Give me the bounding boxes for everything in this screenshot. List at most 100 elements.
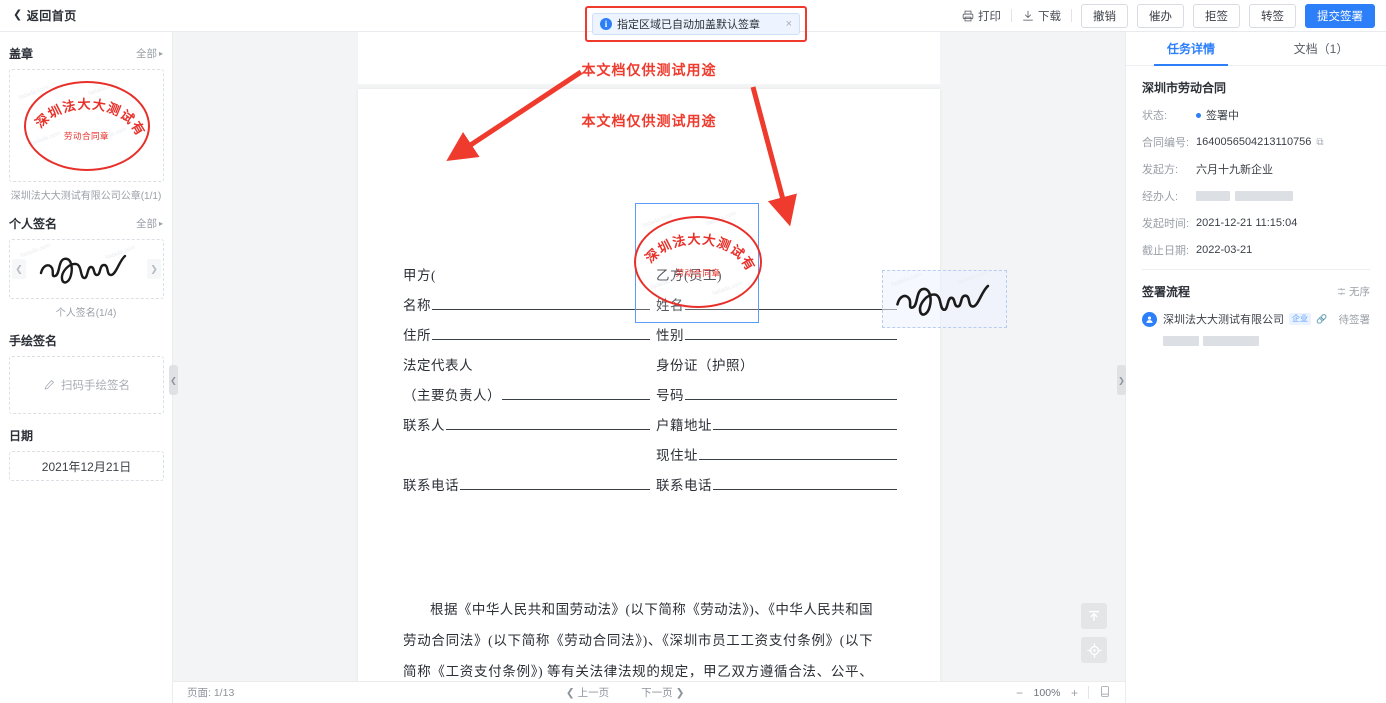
zoom-level-value: 100%	[1033, 686, 1061, 699]
seal-subtitle: 劳动合同章	[675, 267, 721, 278]
scroll-to-top-button[interactable]	[1081, 603, 1107, 629]
transfer-sign-button[interactable]: 转签	[1249, 3, 1296, 28]
redaction-block	[1235, 191, 1293, 201]
prev-page-button[interactable]: ❮ 上一页	[566, 685, 609, 700]
field-deadline: 截止日期: 2022-03-21	[1142, 242, 1370, 258]
seal-section-header: 盖章 全部 ▸	[9, 45, 163, 62]
urge-button[interactable]: 催办	[1137, 3, 1184, 28]
personal-signature-thumbnail[interactable]: fadada.com fadada.com ❮ ❯	[9, 239, 164, 299]
handwrite-section-header: 手绘签名	[9, 332, 163, 349]
sign-flow-order-label: 无序	[1349, 286, 1370, 298]
form-label: （主要负责人）	[403, 388, 501, 403]
form-row: 户籍地址	[656, 404, 897, 434]
unordered-icon	[1337, 287, 1346, 296]
download-button[interactable]: 下载	[1012, 8, 1071, 24]
form-row: 住所	[403, 314, 650, 344]
contract-title: 深圳市劳动合同	[1142, 81, 1227, 95]
party-a-column: 甲方( 名称 住所 法定代表人 （主要负责人） 联系人 联系电话	[403, 254, 650, 494]
placed-company-seal[interactable]: fadada.com fadada.com fadada.com fadada.…	[634, 203, 762, 323]
sign-flow-order: 无序	[1337, 284, 1370, 299]
initiator-value: 六月十九新企业	[1196, 164, 1273, 176]
participant-detail-redacted	[1163, 333, 1370, 351]
tab-task-detail[interactable]: 任务详情	[1126, 32, 1256, 66]
fit-page-button[interactable]	[1099, 685, 1111, 701]
toast-highlight-frame: i 指定区域已自动加盖默认签章 ×	[585, 6, 807, 42]
revoke-button[interactable]: 撤销	[1081, 3, 1128, 28]
form-row: 联系电话	[403, 464, 650, 494]
esign-app: ❮ 返回首页 打印 下载 撤销 催办 拒签 转签 提交签署 i 指定区域已自动加…	[0, 0, 1386, 703]
seal-section-all-link[interactable]: 全部 ▸	[136, 46, 163, 61]
form-label: 联系电话	[403, 478, 459, 493]
form-row: 身份证（护照）	[656, 344, 897, 374]
form-row: 现住址	[656, 434, 897, 464]
link-icon[interactable]: 🔗	[1316, 314, 1327, 325]
back-home-button[interactable]: ❮ 返回首页	[13, 7, 77, 24]
page-indicator-value: 1/13	[213, 687, 235, 699]
seal-thumbnail[interactable]: fadada.com fadada.com fadada.com fadada.…	[9, 69, 164, 182]
copy-icon[interactable]: ⧉	[1316, 137, 1323, 148]
next-page-button[interactable]: 下一页 ❯	[641, 685, 684, 700]
reject-sign-button[interactable]: 拒签	[1193, 3, 1240, 28]
next-page-label: 下一页	[641, 687, 673, 699]
start-time-value: 2021-12-21 11:15:04	[1196, 217, 1298, 229]
divider	[1071, 9, 1072, 22]
chevron-right-icon: ▸	[158, 219, 163, 228]
form-label: 性别	[656, 328, 684, 343]
form-label: 名称	[403, 298, 431, 313]
submit-sign-button[interactable]: 提交签署	[1305, 3, 1375, 28]
form-label: 法定代表人	[403, 358, 473, 373]
avatar	[1142, 312, 1157, 327]
tab-documents[interactable]: 文档（1）	[1256, 32, 1386, 65]
fit-page-icon	[1101, 685, 1109, 697]
form-row: （主要负责人）	[403, 374, 650, 404]
next-signature-button[interactable]: ❯	[147, 259, 161, 279]
placed-personal-signature[interactable]: fadada.com fadada.com	[882, 270, 1007, 328]
page-content: 本文档仅供测试用途 甲方( 名称 住所 法定代表人 （主要负责人） 联系人 联系…	[358, 89, 940, 681]
zoom-in-button[interactable]: +	[1071, 686, 1078, 700]
close-icon[interactable]: ×	[786, 18, 792, 30]
scan-handwrite-signature-button[interactable]: 扫码手绘签名	[9, 356, 164, 414]
personal-sign-all-link[interactable]: 全部 ▸	[136, 216, 163, 231]
collapse-left-sidebar-handle[interactable]: ❮	[169, 365, 178, 395]
collapse-right-panel-handle[interactable]: ❯	[1117, 365, 1126, 395]
page-nav: ❮ 上一页 下一页 ❯	[566, 685, 685, 700]
auto-seal-toast: i 指定区域已自动加盖默认签章 ×	[592, 13, 800, 35]
field-start-time: 发起时间: 2021-12-21 11:15:04	[1142, 215, 1370, 231]
viewer-float-buttons	[1081, 603, 1107, 663]
locate-signature-button[interactable]	[1081, 637, 1107, 663]
zoom-controls: − 100% +	[1016, 685, 1111, 701]
prev-signature-button[interactable]: ❮	[12, 259, 26, 279]
date-section-header: 日期	[9, 427, 163, 444]
date-stamp-item[interactable]: 2021年12月21日	[9, 451, 164, 481]
svg-text:深圳法大大测试有限公司: 深圳法大大测试有限公司	[634, 216, 758, 274]
redaction-block	[1203, 336, 1260, 346]
form-label: 现住址	[656, 448, 698, 463]
divider	[1088, 686, 1089, 699]
contract-preamble-paragraph: 根据《中华人民共和国劳动法》(以下简称《劳动法》)、《中华人民共和国劳动合同法》…	[403, 602, 873, 679]
handler-value-redacted	[1196, 191, 1293, 201]
chevron-left-icon: ❮	[565, 686, 575, 699]
seal-arc-text: 深圳法大大测试有限公司	[634, 216, 758, 274]
handwritten-signature-glyph	[896, 284, 990, 316]
viewer-bottom-bar: 页面: 1/13 ❮ 上一页 下一页 ❯ − 100% +	[173, 681, 1125, 703]
form-label: 甲方(	[403, 268, 436, 283]
redaction-block	[1196, 191, 1230, 201]
divider	[1142, 269, 1370, 270]
form-row: 名称	[403, 284, 650, 314]
personal-sign-all-label: 全部	[135, 218, 157, 230]
deadline-value: 2022-03-21	[1196, 244, 1253, 256]
user-icon	[1146, 316, 1153, 323]
form-label: 号码	[656, 388, 684, 403]
personal-sign-section-title: 个人签名	[9, 217, 58, 231]
print-button[interactable]: 打印	[952, 8, 1011, 24]
seal-section-title: 盖章	[9, 47, 34, 61]
pencil-icon	[44, 380, 54, 390]
field-key: 经办人:	[1142, 191, 1179, 203]
printer-icon	[962, 10, 974, 21]
redaction-block	[1163, 336, 1199, 346]
participant-type-badge: 企业	[1289, 313, 1311, 325]
zoom-out-button[interactable]: −	[1016, 686, 1023, 700]
handwritten-signature-glyph	[39, 254, 126, 284]
sign-flow-participant-row[interactable]: 深圳法大大测试有限公司 企业 🔗 待签署	[1142, 311, 1370, 351]
target-icon	[1086, 642, 1102, 658]
